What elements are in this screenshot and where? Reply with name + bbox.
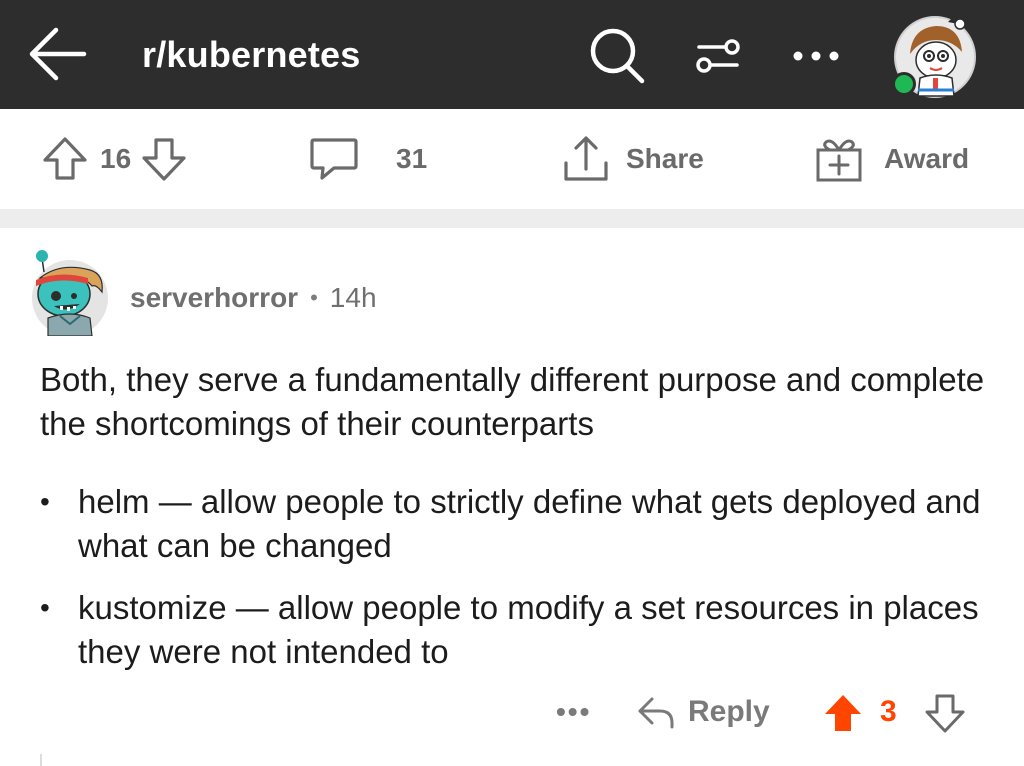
comment-meta: serverhorror • 14h — [130, 282, 377, 314]
arrow-down-outline-icon — [925, 694, 965, 733]
reply-button[interactable]: Reply — [636, 686, 770, 738]
comment-more-button[interactable]: ••• — [556, 686, 591, 738]
thread-line — [40, 754, 42, 766]
section-divider — [0, 209, 1024, 228]
back-button[interactable] — [26, 22, 90, 86]
online-status-indicator — [892, 72, 916, 96]
commenter-avatar-image — [32, 250, 108, 337]
vote-group: 16 — [40, 109, 189, 209]
commenter-avatar[interactable] — [30, 244, 110, 337]
comment-body: Both, they serve a fundamentally differe… — [40, 361, 985, 442]
filter-sliders-icon — [696, 39, 740, 73]
award-button[interactable]: Award — [812, 109, 969, 209]
back-arrow-icon — [29, 27, 87, 81]
speech-bubble-icon — [310, 138, 358, 180]
comment-bullet-list: • helm — allow people to strictly define… — [40, 480, 1000, 692]
comment-downvote-button[interactable] — [924, 692, 966, 734]
top-app-bar: r/kubernetes — [0, 0, 1024, 109]
comment-timestamp: 14h — [329, 282, 377, 313]
comment-score: 3 — [880, 695, 897, 728]
arrow-up-filled-icon — [825, 695, 861, 731]
post-action-bar: 16 31 Share Award — [0, 109, 1024, 209]
list-item: • helm — allow people to strictly define… — [40, 480, 1000, 568]
more-options-button[interactable] — [786, 36, 846, 76]
subreddit-title[interactable]: r/kubernetes — [142, 34, 361, 76]
share-label: Share — [626, 143, 704, 174]
comments-button[interactable]: 31 — [308, 109, 427, 209]
downvote-button[interactable] — [139, 134, 189, 184]
bullet-marker: • — [40, 486, 50, 517]
upvote-button[interactable] — [40, 134, 90, 184]
comments-count: 31 — [396, 143, 428, 174]
list-item-text: kustomize — allow people to modify a set… — [78, 589, 979, 670]
gift-box-icon — [816, 139, 862, 182]
comment-upvote-button[interactable] — [822, 692, 864, 734]
list-item: • kustomize — allow people to modify a s… — [40, 586, 1000, 674]
reply-label: Reply — [688, 695, 770, 728]
search-button[interactable] — [584, 24, 650, 86]
post-score: 16 — [100, 143, 132, 174]
bullet-marker: • — [40, 592, 50, 623]
meta-separator: • — [310, 285, 318, 310]
share-button[interactable]: Share — [560, 109, 704, 209]
comment-actions: ••• Reply 3 — [0, 686, 1024, 738]
reply-arrow-icon — [638, 697, 674, 729]
comment-username[interactable]: serverhorror — [130, 282, 298, 314]
search-icon — [590, 28, 645, 84]
award-label: Award — [884, 143, 970, 174]
share-upload-icon — [564, 136, 608, 181]
list-item-text: helm — allow people to strictly define w… — [78, 483, 981, 564]
filter-button[interactable] — [690, 30, 746, 82]
more-horizontal-icon — [793, 51, 839, 61]
